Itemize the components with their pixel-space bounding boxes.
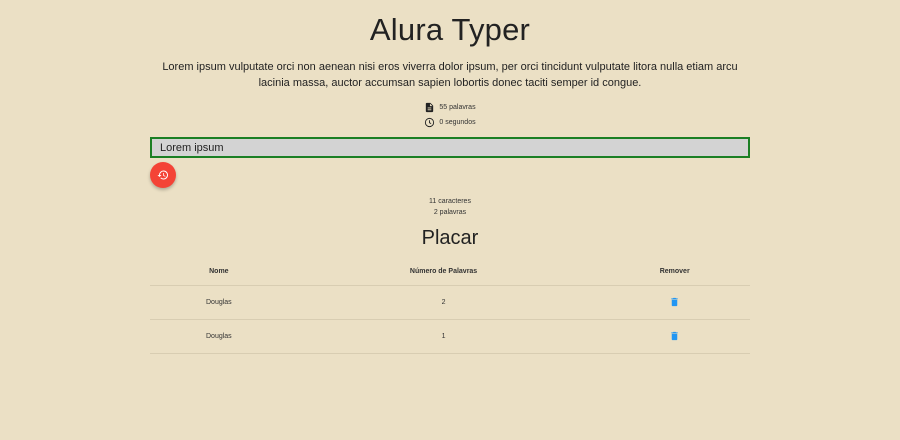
scoreboard-table: Nome Número de Palavras Remover Douglas … bbox=[150, 257, 750, 354]
page: Alura Typer Lorem ipsum vulputate orci n… bbox=[0, 0, 900, 440]
word-counter: 2 palavras bbox=[433, 209, 467, 216]
word-count-label: 55 palavras bbox=[439, 104, 476, 111]
typing-phrase: Lorem ipsum vulputate orci non aenean ni… bbox=[162, 61, 738, 89]
trash-icon bbox=[671, 331, 678, 340]
char-counter: 11 caracteres bbox=[429, 198, 471, 205]
column-header-name: Nome bbox=[150, 257, 288, 286]
player-name: Douglas bbox=[150, 319, 288, 354]
table-row: Douglas 2 bbox=[150, 285, 750, 320]
document-icon bbox=[426, 102, 434, 113]
typing-counters: 11 caracteres 2 palavras bbox=[0, 196, 900, 218]
remove-button[interactable] bbox=[669, 296, 680, 310]
clock-icon bbox=[425, 117, 435, 128]
remove-cell bbox=[599, 319, 750, 354]
column-header-word-count: Número de Palavras bbox=[287, 257, 600, 286]
word-count: 2 bbox=[287, 285, 600, 320]
scoreboard-title: Placar bbox=[421, 227, 479, 249]
word-count: 1 bbox=[287, 319, 600, 354]
history-restart-icon bbox=[157, 170, 168, 180]
timer-info: 0 segundos bbox=[0, 117, 900, 128]
remove-cell bbox=[599, 285, 750, 320]
page-title: Alura Typer bbox=[369, 12, 531, 47]
timer-label: 0 segundos bbox=[439, 119, 476, 126]
word-count-info: 55 palavras bbox=[0, 102, 900, 113]
restart-button[interactable] bbox=[150, 162, 176, 188]
typing-input[interactable] bbox=[150, 137, 750, 158]
table-row: Douglas 1 bbox=[150, 319, 750, 354]
table-header-row: Nome Número de Palavras Remover bbox=[150, 257, 750, 286]
remove-button[interactable] bbox=[669, 330, 680, 344]
column-header-remove: Remover bbox=[599, 257, 750, 286]
player-name: Douglas bbox=[150, 285, 288, 320]
trash-icon bbox=[671, 297, 678, 306]
